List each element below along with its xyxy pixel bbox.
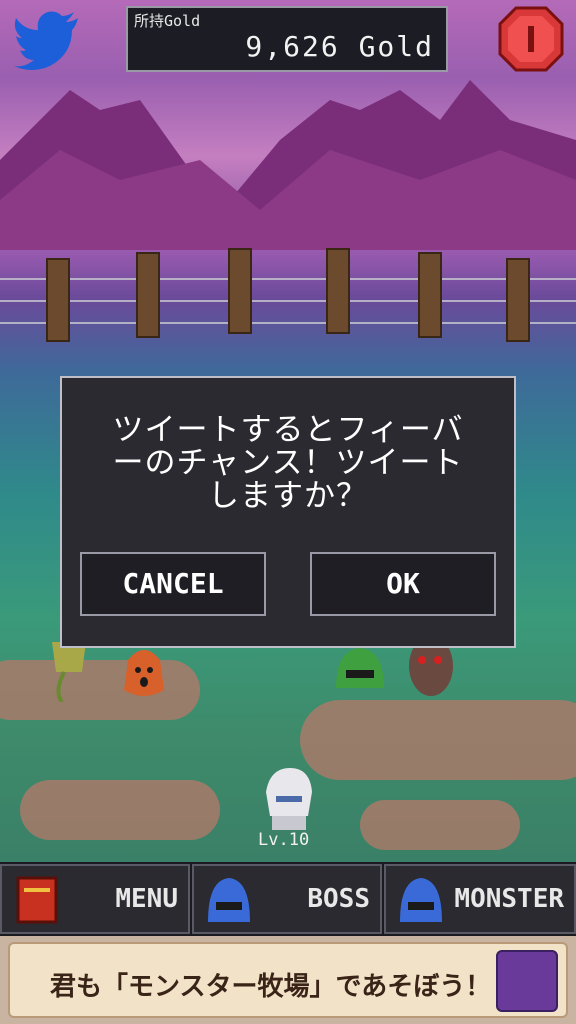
blue-slime-icon (400, 878, 442, 922)
menu-label: MENU (115, 884, 178, 914)
cancel-button[interactable]: CANCEL (80, 552, 266, 616)
boss-button[interactable]: BOSS (192, 864, 382, 934)
dialog-message: ツイートするとフィーバ ーのチャンス！ツイート しますか？ (112, 412, 464, 514)
ad-banner-inner[interactable]: 君も「モンスター牧場」であそぼう！ (8, 942, 568, 1018)
bottom-nav: MENU BOSS MONSTER (0, 862, 576, 936)
menu-button[interactable]: MENU (0, 864, 190, 934)
ad-banner[interactable]: 君も「モンスター牧場」であそぼう！ (0, 936, 576, 1024)
book-icon (16, 876, 58, 924)
monster-button[interactable]: MONSTER (384, 864, 576, 934)
ad-text: 君も「モンスター牧場」であそぼう！ (50, 972, 492, 1002)
boss-label: BOSS (307, 884, 370, 914)
ok-button[interactable]: OK (310, 552, 496, 616)
ad-app-icon[interactable] (496, 950, 558, 1012)
game-scene: Lv.10 所持Gold 9,626 Gold ツイートするとフィーバ ーのチャ… (0, 0, 576, 862)
blue-slime-icon (208, 878, 250, 922)
tweet-confirm-dialog: ツイートするとフィーバ ーのチャンス！ツイート しますか？ CANCEL OK (60, 376, 516, 648)
monster-label: MONSTER (454, 884, 564, 914)
